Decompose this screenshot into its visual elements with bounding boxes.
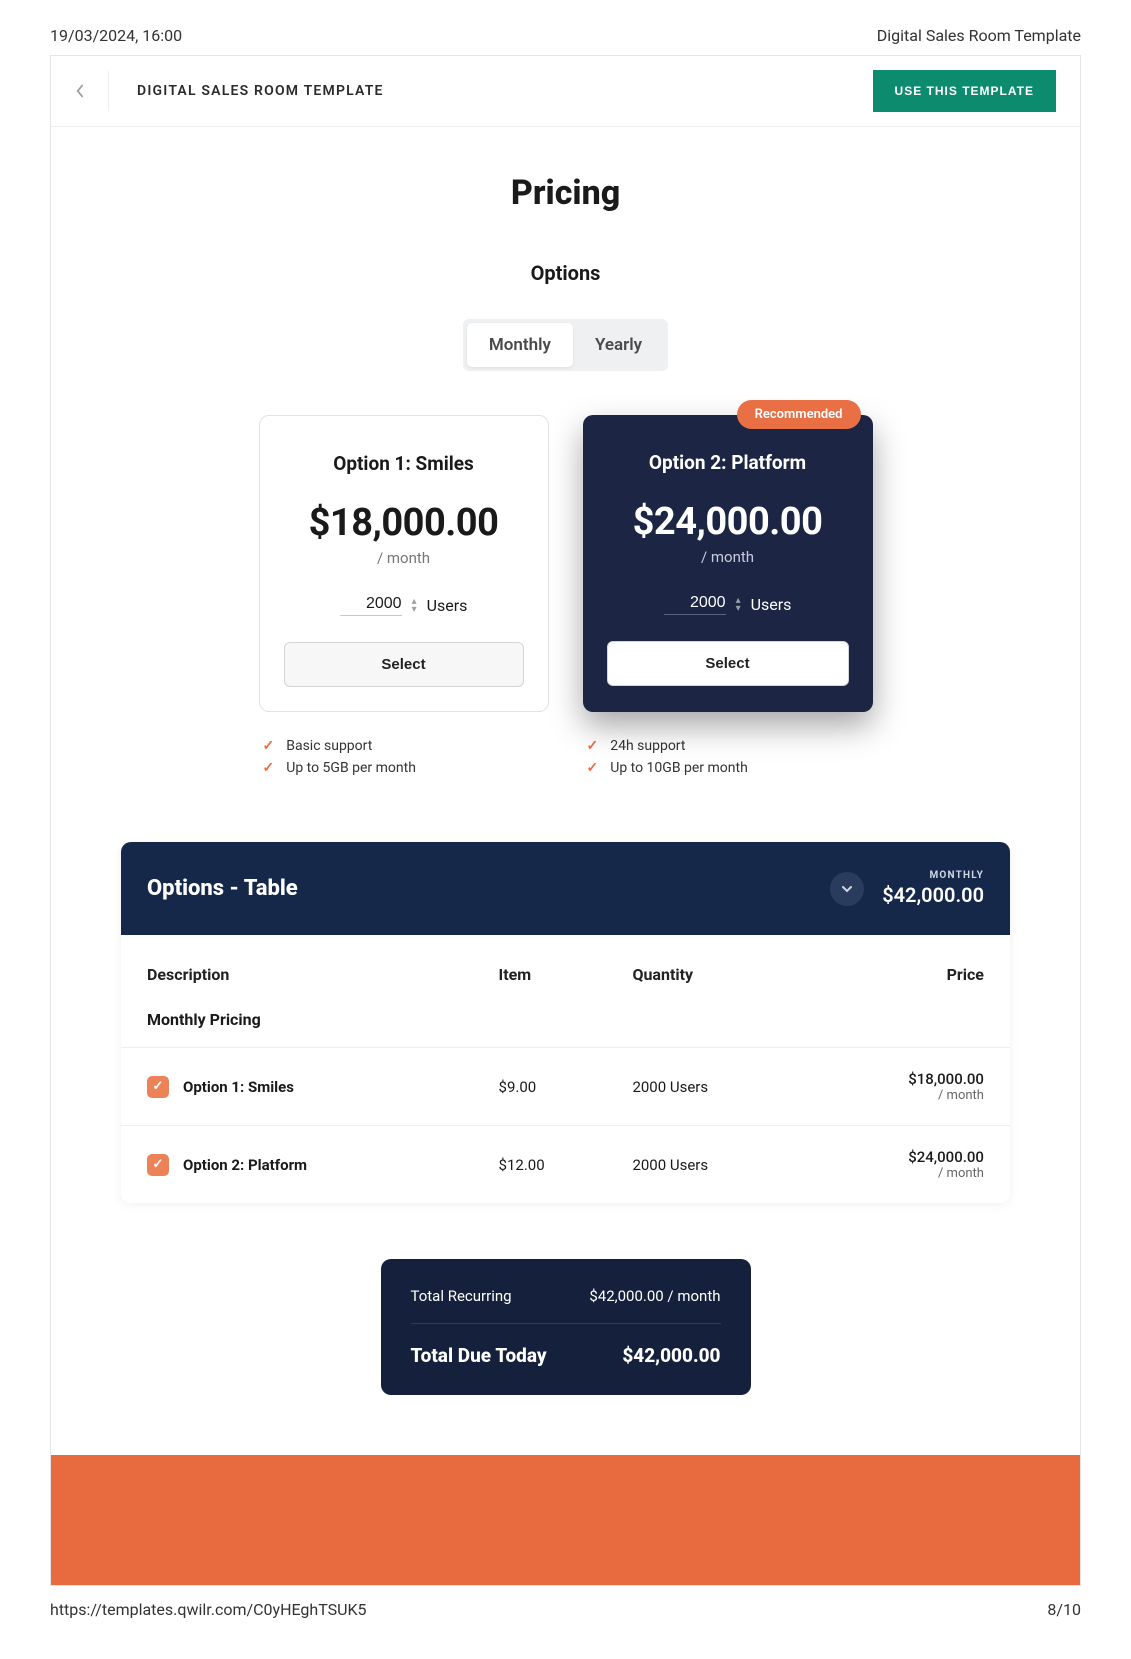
- stepper-icon[interactable]: ▴▾: [412, 598, 417, 614]
- card-title: Option 1: Smiles: [284, 452, 524, 475]
- card-price: $18,000.00: [284, 501, 524, 545]
- pricing-card-platform: Recommended Option 2: Platform $24,000.0…: [583, 415, 873, 712]
- row-qty: 2000 Users: [632, 1078, 799, 1096]
- footer-band: [51, 1455, 1080, 1585]
- feature-list-smiles: ✓ Basic support ✓ Up to 5GB per month: [259, 738, 549, 782]
- row-desc: Option 2: Platform: [183, 1156, 307, 1174]
- col-header-item: Item: [499, 965, 633, 984]
- print-footer-url: https://templates.qwilr.com/C0yHEghTSUK5: [50, 1600, 367, 1619]
- stepper-icon[interactable]: ▴▾: [736, 597, 741, 613]
- toggle-yearly[interactable]: Yearly: [573, 323, 664, 367]
- users-label: Users: [427, 596, 468, 615]
- table-period-total: $42,000.00: [882, 883, 984, 907]
- feature-text: Up to 5GB per month: [286, 760, 416, 776]
- total-recurring-value: $42,000.00 / month: [589, 1287, 720, 1305]
- back-chevron-icon[interactable]: [75, 71, 109, 111]
- period-toggle: Monthly Yearly: [463, 319, 668, 371]
- card-price: $24,000.00: [607, 500, 849, 544]
- users-input[interactable]: [664, 594, 726, 615]
- use-template-button[interactable]: USE THIS TEMPLATE: [873, 70, 1056, 112]
- feature-text: Up to 10GB per month: [610, 760, 748, 776]
- topbar-title: DIGITAL SALES ROOM TEMPLATE: [137, 83, 384, 99]
- select-button[interactable]: Select: [284, 642, 524, 687]
- check-icon: ✓: [587, 738, 599, 754]
- document-frame: DIGITAL SALES ROOM TEMPLATE USE THIS TEM…: [50, 55, 1081, 1586]
- users-label: Users: [751, 595, 792, 614]
- row-item: $9.00: [499, 1078, 633, 1096]
- users-input[interactable]: [340, 595, 402, 616]
- total-recurring-label: Total Recurring: [411, 1287, 512, 1305]
- row-desc: Option 1: Smiles: [183, 1078, 294, 1096]
- check-icon: ✓: [263, 760, 275, 776]
- toggle-monthly[interactable]: Monthly: [467, 323, 573, 367]
- row-qty: 2000 Users: [632, 1156, 799, 1174]
- recommended-badge: Recommended: [737, 400, 861, 429]
- feature-text: Basic support: [286, 738, 372, 754]
- row-item: $12.00: [499, 1156, 633, 1174]
- check-icon: ✓: [587, 760, 599, 776]
- select-button[interactable]: Select: [607, 641, 849, 686]
- options-heading: Options: [121, 261, 1010, 285]
- row-checkbox[interactable]: ✓: [147, 1154, 169, 1176]
- total-due-value: $42,000.00: [622, 1344, 720, 1367]
- card-title: Option 2: Platform: [607, 451, 849, 474]
- collapse-toggle-icon[interactable]: [830, 872, 864, 906]
- table-period-label: MONTHLY: [882, 870, 984, 881]
- options-table: Options - Table MONTHLY $42,000.00 Descr…: [121, 842, 1010, 1203]
- table-row: ✓ Option 1: Smiles $9.00 2000 Users $18,…: [121, 1047, 1010, 1125]
- card-per: / month: [284, 549, 524, 567]
- pricing-heading: Pricing: [121, 173, 1010, 213]
- total-due-label: Total Due Today: [411, 1344, 547, 1367]
- row-per: / month: [800, 1088, 984, 1103]
- print-doc-title: Digital Sales Room Template: [877, 26, 1081, 45]
- totals-divider: [411, 1323, 721, 1324]
- table-title: Options - Table: [147, 876, 298, 901]
- row-price: $18,000.00: [800, 1070, 984, 1088]
- row-per: / month: [800, 1166, 984, 1181]
- print-datetime: 19/03/2024, 16:00: [50, 26, 182, 45]
- row-price: $24,000.00: [800, 1148, 984, 1166]
- col-header-price: Price: [800, 965, 984, 984]
- check-icon: ✓: [263, 738, 275, 754]
- print-page-number: 8/10: [1047, 1600, 1081, 1619]
- col-header-desc: Description: [147, 965, 499, 984]
- card-per: / month: [607, 548, 849, 566]
- col-header-qty: Quantity: [632, 965, 799, 984]
- table-section-label: Monthly Pricing: [121, 1004, 1010, 1047]
- row-checkbox[interactable]: ✓: [147, 1076, 169, 1098]
- feature-text: 24h support: [610, 738, 685, 754]
- pricing-card-smiles: Option 1: Smiles $18,000.00 / month ▴▾ U…: [259, 415, 549, 712]
- feature-list-platform: ✓ 24h support ✓ Up to 10GB per month: [583, 738, 873, 782]
- table-row: ✓ Option 2: Platform $12.00 2000 Users $…: [121, 1125, 1010, 1203]
- totals-box: Total Recurring $42,000.00 / month Total…: [381, 1259, 751, 1395]
- topbar: DIGITAL SALES ROOM TEMPLATE USE THIS TEM…: [51, 56, 1080, 127]
